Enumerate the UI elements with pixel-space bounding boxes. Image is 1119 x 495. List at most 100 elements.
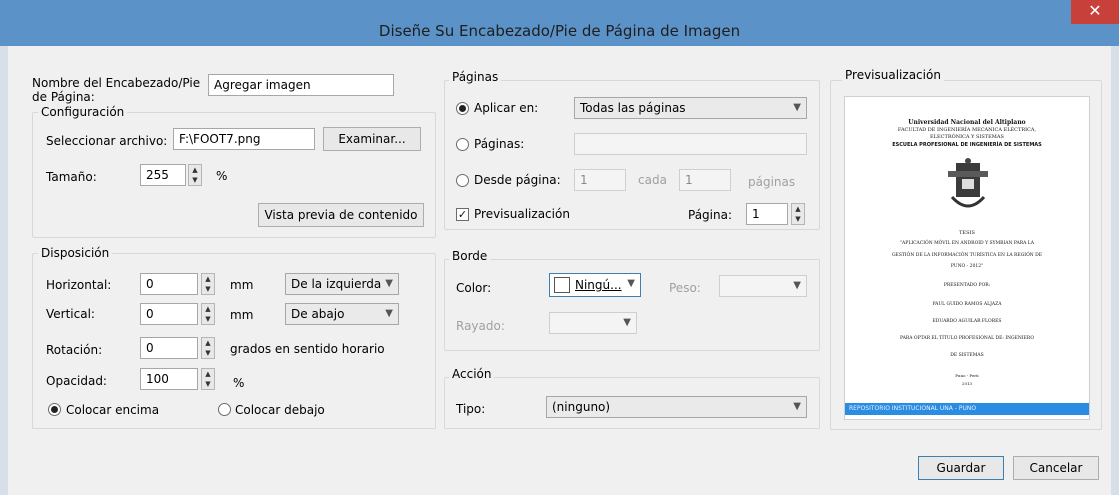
title-bar[interactable]: Diseñe Su Encabezado/Pie de Página de Im… bbox=[0, 0, 1119, 46]
color-swatch bbox=[554, 277, 570, 293]
preview-line2: FACULTAD DE INGENIERÍA MECÁNICA ELÉCTRIC… bbox=[897, 127, 1037, 133]
vertical-ref-select[interactable]: De abajo ▼ bbox=[285, 303, 399, 325]
apply-value: Todas las páginas bbox=[580, 101, 686, 115]
from-page-input[interactable]: 1 bbox=[574, 169, 626, 191]
border-color-value: Ningú... bbox=[575, 278, 622, 292]
action-group-title: Acción bbox=[449, 367, 495, 381]
vertical-label: Vertical: bbox=[46, 307, 95, 321]
horizontal-input[interactable]: 0 bbox=[140, 273, 198, 295]
radio-above-label[interactable]: Colocar encima bbox=[66, 403, 159, 417]
chevron-down-icon: ▼ bbox=[385, 278, 393, 289]
spin-down-icon[interactable]: ▼ bbox=[202, 284, 214, 294]
preview-check-label[interactable]: Previsualización bbox=[474, 207, 570, 221]
size-stepper[interactable]: ▲ ▼ bbox=[188, 164, 202, 186]
rotation-label: Rotación: bbox=[46, 343, 103, 357]
cancel-button[interactable]: Cancelar bbox=[1013, 456, 1099, 480]
spin-up-icon[interactable]: ▲ bbox=[202, 274, 214, 284]
chevron-down-icon: ▼ bbox=[793, 401, 801, 412]
dialog-window: Diseñe Su Encabezado/Pie de Página de Im… bbox=[0, 0, 1119, 495]
vertical-input[interactable]: 0 bbox=[140, 303, 198, 325]
border-color-label: Color: bbox=[456, 281, 492, 295]
spin-up-icon[interactable]: ▲ bbox=[189, 165, 201, 175]
size-input[interactable]: 255 bbox=[140, 164, 186, 186]
chevron-down-icon: ▼ bbox=[793, 102, 801, 113]
preview-author2: EDUARDO AGUILAR FLORES bbox=[932, 319, 1002, 324]
border-weight-select[interactable]: ▼ bbox=[719, 275, 807, 297]
radio-below[interactable] bbox=[218, 403, 231, 416]
preview-footer: REPOSITORIO INSTITUCIONAL UNA - PUNO bbox=[845, 403, 1089, 415]
browse-button[interactable]: Examinar... bbox=[323, 127, 421, 151]
action-type-value: (ninguno) bbox=[552, 400, 611, 414]
preview-t2: GESTIÓN DE LA INFORMACIÓN TURÍSTICA EN L… bbox=[891, 253, 1043, 258]
preview-degree1: PARA OPTAR EL TÍTULO PROFESIONAL DE: ING… bbox=[899, 336, 1035, 341]
from-page-label[interactable]: Desde página: bbox=[474, 173, 561, 187]
size-unit: % bbox=[216, 169, 228, 183]
pages-label[interactable]: Páginas: bbox=[474, 137, 524, 151]
preview-tesis: TESIS bbox=[959, 230, 975, 236]
horizontal-label: Horizontal: bbox=[46, 278, 112, 292]
apply-select[interactable]: Todas las páginas ▼ bbox=[574, 97, 807, 119]
spin-down-icon[interactable]: ▼ bbox=[792, 214, 804, 224]
preview-line1: Universidad Nacional del Altiplano bbox=[908, 119, 1026, 126]
vertical-ref-value: De abajo bbox=[291, 307, 345, 321]
radio-from-page[interactable] bbox=[456, 174, 469, 187]
action-type-select[interactable]: (ninguno) ▼ bbox=[546, 396, 807, 418]
name-input[interactable]: Agregar imagen bbox=[208, 74, 394, 96]
every-input[interactable]: 1 bbox=[679, 169, 731, 191]
page-input[interactable]: 1 bbox=[746, 203, 788, 225]
file-label: Seleccionar archivo: bbox=[46, 134, 168, 148]
size-label: Tamaño: bbox=[46, 170, 97, 184]
opacity-stepper[interactable]: ▲ ▼ bbox=[201, 368, 215, 390]
page-label: Página: bbox=[688, 208, 733, 222]
spin-up-icon[interactable]: ▲ bbox=[792, 204, 804, 214]
window-title: Diseñe Su Encabezado/Pie de Página de Im… bbox=[378, 22, 741, 40]
spin-up-icon[interactable]: ▲ bbox=[202, 304, 214, 314]
chevron-down-icon: ▼ bbox=[793, 280, 801, 291]
spin-down-icon[interactable]: ▼ bbox=[202, 379, 214, 389]
preview-checkbox[interactable]: ✓ bbox=[456, 208, 469, 221]
preview-t1: "APLICACIÓN MÓVIL EN ANDROID Y SYMBIAN P… bbox=[899, 241, 1035, 246]
pages-suffix: páginas bbox=[748, 175, 796, 189]
pages-group-title: Páginas bbox=[449, 70, 502, 84]
border-dash-label: Rayado: bbox=[456, 319, 505, 333]
spin-down-icon[interactable]: ▼ bbox=[202, 314, 214, 324]
preview-content-button[interactable]: Vista previa de contenido bbox=[258, 203, 424, 227]
chevron-down-icon: ▼ bbox=[385, 308, 393, 319]
preview-presented: PRESENTADO POR: bbox=[943, 283, 991, 288]
file-input[interactable]: F:\FOOT7.png bbox=[173, 128, 315, 150]
horizontal-ref-select[interactable]: De la izquierda ▼ bbox=[285, 273, 399, 295]
opacity-label: Opacidad: bbox=[46, 374, 107, 388]
spin-up-icon[interactable]: ▲ bbox=[202, 369, 214, 379]
spin-down-icon[interactable]: ▼ bbox=[202, 348, 214, 358]
preview-year: 2013 bbox=[961, 381, 973, 386]
chevron-down-icon: ▼ bbox=[627, 278, 635, 289]
apply-label[interactable]: Aplicar en: bbox=[474, 101, 538, 115]
close-icon[interactable]: ✕ bbox=[1071, 0, 1119, 24]
preview-t3: PUNO - 2012" bbox=[950, 264, 984, 269]
pages-input[interactable] bbox=[574, 133, 807, 155]
horizontal-ref-value: De la izquierda bbox=[291, 277, 382, 291]
preview-author1: PAUL GUIDO RAMOS ALJAZA bbox=[932, 302, 1002, 307]
rotation-stepper[interactable]: ▲ ▼ bbox=[201, 337, 215, 359]
horizontal-unit: mm bbox=[230, 278, 254, 292]
save-button[interactable]: Guardar bbox=[918, 456, 1004, 480]
chevron-down-icon: ▼ bbox=[623, 317, 631, 328]
radio-above[interactable] bbox=[48, 403, 61, 416]
page-stepper[interactable]: ▲ ▼ bbox=[791, 203, 805, 225]
rotation-input[interactable]: 0 bbox=[140, 337, 198, 359]
radio-apply[interactable] bbox=[456, 102, 469, 115]
border-color-select[interactable]: Ningú... ▼ bbox=[549, 273, 641, 297]
vertical-stepper[interactable]: ▲ ▼ bbox=[201, 303, 215, 325]
border-weight-label: Peso: bbox=[669, 281, 701, 295]
crest-icon bbox=[948, 158, 988, 208]
name-label: Nombre del Encabezado/Pie de Página: bbox=[32, 76, 201, 104]
radio-below-label[interactable]: Colocar debajo bbox=[235, 403, 325, 417]
radio-pages[interactable] bbox=[456, 138, 469, 151]
spin-down-icon[interactable]: ▼ bbox=[189, 175, 201, 185]
preview-degree2: DE SISTEMAS bbox=[950, 353, 984, 358]
spin-up-icon[interactable]: ▲ bbox=[202, 338, 214, 348]
preview-line4: ESCUELA PROFESIONAL DE INGENIERÍA DE SIS… bbox=[892, 142, 1042, 148]
border-dash-select[interactable]: ▼ bbox=[549, 312, 637, 334]
horizontal-stepper[interactable]: ▲ ▼ bbox=[201, 273, 215, 295]
opacity-input[interactable]: 100 bbox=[140, 368, 198, 390]
